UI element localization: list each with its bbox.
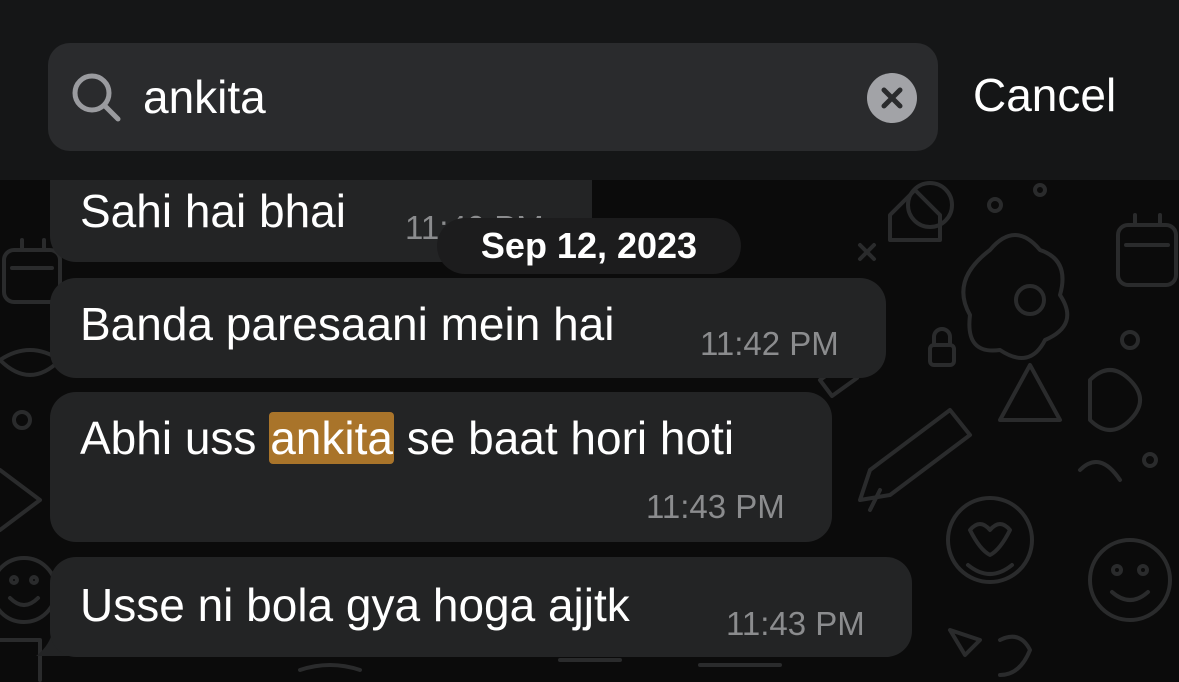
date-separator: Sep 12, 2023 bbox=[437, 218, 741, 274]
cancel-button[interactable]: Cancel bbox=[973, 67, 1116, 123]
message-text-before: Abhi uss bbox=[80, 412, 270, 464]
message-timestamp: 11:42 PM bbox=[700, 325, 839, 362]
message-bubble[interactable]: Abhi uss ankita se baat hori hoti 11:43 … bbox=[50, 392, 832, 542]
search-match-highlight: ankita bbox=[269, 412, 394, 464]
search-icon bbox=[72, 73, 121, 122]
message-bubble[interactable]: Usse ni bola gya hoga ajjtk 11:43 PM bbox=[50, 557, 912, 657]
search-header: Cancel bbox=[0, 0, 1179, 180]
message-text: Banda paresaani mein hai bbox=[80, 298, 615, 350]
search-box[interactable] bbox=[48, 43, 938, 151]
message-timestamp: 11:43 PM bbox=[646, 488, 785, 525]
message-text-after: se baat hori hoti bbox=[393, 412, 735, 464]
search-input[interactable] bbox=[143, 67, 843, 127]
message-text: Sahi hai bhai bbox=[80, 185, 346, 237]
message-bubble[interactable]: Banda paresaani mein hai 11:42 PM bbox=[50, 278, 886, 378]
message-text: Usse ni bola gya hoga ajjtk bbox=[80, 579, 630, 631]
clear-search-button[interactable] bbox=[867, 73, 917, 123]
clear-icon bbox=[881, 87, 903, 109]
message-timestamp: 11:43 PM bbox=[726, 605, 865, 642]
message-text: Abhi uss ankita se baat hori hoti bbox=[80, 410, 734, 466]
